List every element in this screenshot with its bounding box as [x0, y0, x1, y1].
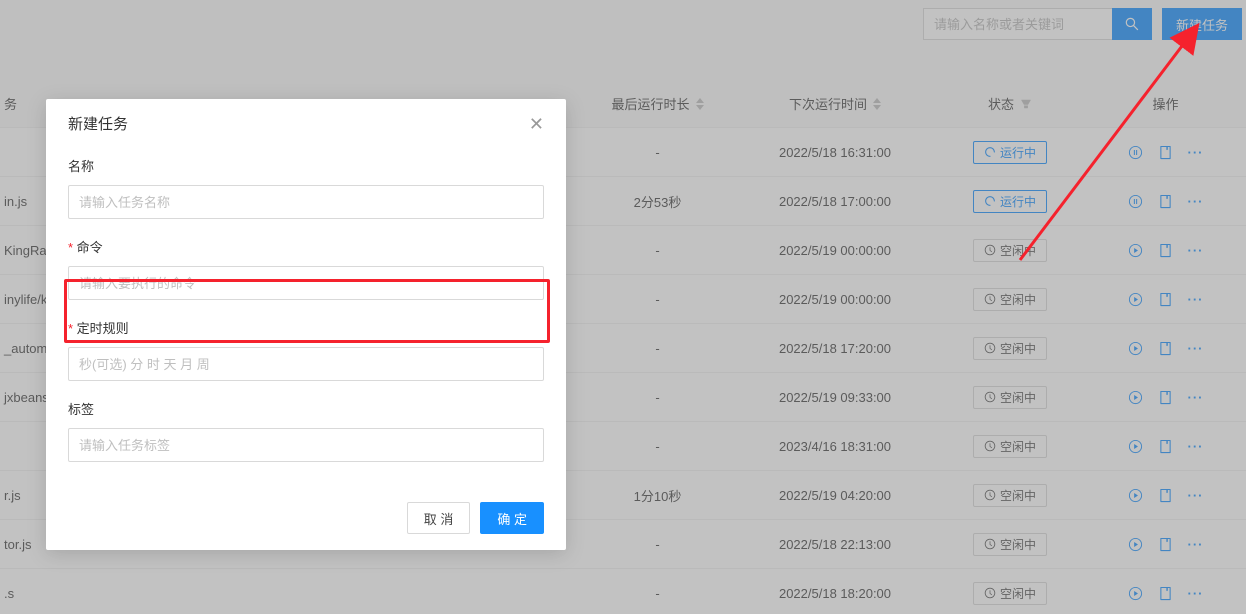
- tag-input[interactable]: [68, 428, 544, 462]
- cron-input[interactable]: [68, 347, 544, 381]
- command-input[interactable]: [68, 266, 544, 300]
- name-label: 名称: [68, 156, 544, 175]
- modal-title: 新建任务: [68, 113, 128, 134]
- cron-label: 定时规则: [68, 318, 544, 337]
- new-task-modal: 新建任务 ✕ 名称 命令 定时规则 标签 取 消 确 定: [46, 99, 566, 550]
- command-label: 命令: [68, 237, 544, 256]
- tag-label: 标签: [68, 399, 544, 418]
- cancel-button[interactable]: 取 消: [407, 502, 471, 534]
- close-icon[interactable]: ✕: [529, 115, 544, 133]
- ok-button[interactable]: 确 定: [480, 502, 544, 534]
- name-input[interactable]: [68, 185, 544, 219]
